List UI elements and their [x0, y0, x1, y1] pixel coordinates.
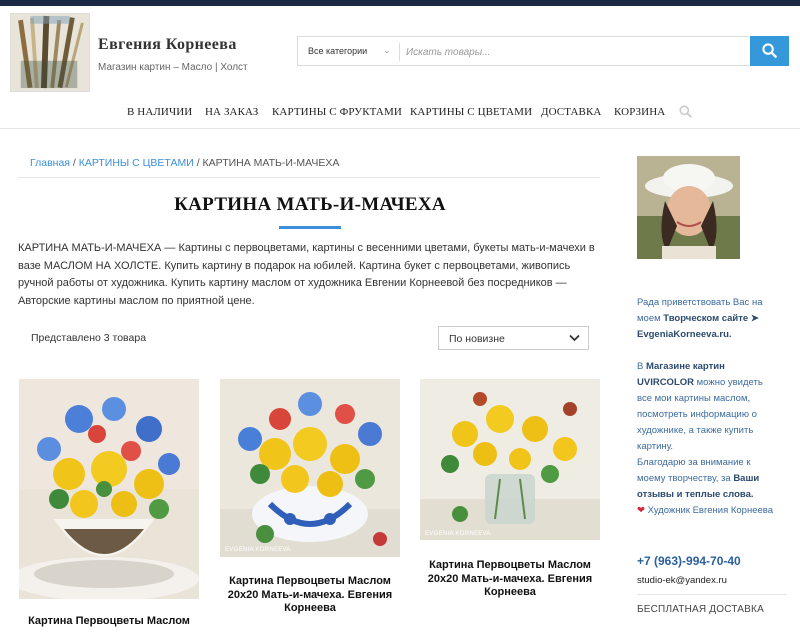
- nav-item-flower-paintings[interactable]: КАРТИНЫ С ЦВЕТАМИ: [410, 106, 532, 118]
- site-logo[interactable]: [10, 13, 90, 92]
- artist-signature: Художник Евгения Корнеева: [644, 505, 773, 516]
- site-title[interactable]: Евгения Корнеева: [98, 36, 237, 54]
- nav-item-delivery[interactable]: ДОСТАВКА: [541, 106, 601, 118]
- nav-item-fruit-paintings[interactable]: КАРТИНЫ С ФРУКТАМИ: [272, 106, 402, 118]
- shop-info-text: В Магазине картин UVIRCOLOR можно увидет…: [637, 359, 777, 519]
- shop-text-plain: можно увидеть все мои картины маслом, по…: [637, 377, 763, 452]
- product-image[interactable]: [220, 379, 400, 557]
- search-input[interactable]: [406, 42, 736, 62]
- search-icon: [762, 43, 777, 58]
- search-divider: [399, 43, 400, 61]
- search-category-select[interactable]: Все категории: [308, 46, 367, 56]
- title-underline: [279, 226, 341, 229]
- breadcrumb-home-link[interactable]: Главная: [30, 157, 70, 169]
- nav-search-icon[interactable]: [679, 105, 692, 123]
- product-image[interactable]: [420, 379, 600, 540]
- email-address[interactable]: studio-ek@yandex.ru: [637, 575, 727, 586]
- sort-select[interactable]: По новизне: [438, 326, 589, 350]
- breadcrumb: Главная / КАРТИНЫ С ЦВЕТАМИ / КАРТИНА МА…: [30, 157, 339, 169]
- nav-item-to-order[interactable]: НА ЗАКАЗ: [205, 106, 258, 118]
- nav-item-cart[interactable]: КОРЗИНА: [614, 106, 665, 118]
- product-title[interactable]: Картина Первоцветы Маслом 20х20 Мать-и-м…: [220, 575, 400, 616]
- heart-icon: ❤: [637, 505, 645, 516]
- shop-text-plain: В: [637, 361, 646, 372]
- sidebar-divider: [637, 594, 787, 595]
- breadcrumb-divider: [18, 177, 600, 178]
- welcome-text: Рада приветствовать Вас на моем Творческ…: [637, 295, 777, 343]
- header-divider: [0, 128, 800, 129]
- result-count: Представлено 3 товара: [31, 332, 147, 344]
- product-image[interactable]: [19, 379, 199, 599]
- chevron-down-icon: [569, 334, 580, 342]
- site-description: Магазин картин – Масло | Холст: [98, 62, 248, 73]
- breadcrumb-separator: /: [69, 157, 79, 169]
- chevron-down-icon[interactable]: ⌄: [383, 45, 391, 56]
- category-description: КАРТИНА МАТЬ-И-МАЧЕХА — Картины с первоц…: [18, 242, 595, 307]
- breadcrumb-category-link[interactable]: КАРТИНЫ С ЦВЕТАМИ: [79, 157, 194, 169]
- artist-avatar: [637, 156, 740, 259]
- breadcrumb-current: КАРТИНА МАТЬ-И-МАЧЕХА: [202, 157, 340, 169]
- breadcrumb-separator: /: [193, 157, 203, 169]
- page-title: КАРТИНА МАТЬ-И-МАЧЕХА: [174, 194, 446, 215]
- nav-item-in-stock[interactable]: В НАЛИЧИИ: [127, 106, 192, 118]
- brushes-logo-image: [11, 14, 89, 91]
- sort-selected-label: По новизне: [449, 333, 505, 345]
- search-button[interactable]: [750, 36, 789, 66]
- phone-number[interactable]: +7 (963)-994-70-40: [637, 554, 741, 568]
- product-title[interactable]: Картина Первоцветы Маслом: [19, 615, 199, 629]
- top-bar: [0, 0, 800, 6]
- search-bar: Все категории ⌄: [297, 36, 749, 66]
- product-title[interactable]: Картина Первоцветы Маслом 20х20 Мать-и-м…: [420, 559, 600, 600]
- product-watermark: EVGENIA KORNEEVA: [425, 531, 491, 537]
- free-delivery-heading: БЕСПЛАТНАЯ ДОСТАВКА: [637, 604, 764, 615]
- main-nav: В НАЛИЧИИ НА ЗАКАЗ КАРТИНЫ С ФРУКТАМИ КА…: [0, 104, 800, 122]
- product-watermark: EVGENIA KORNEEVA: [225, 547, 291, 553]
